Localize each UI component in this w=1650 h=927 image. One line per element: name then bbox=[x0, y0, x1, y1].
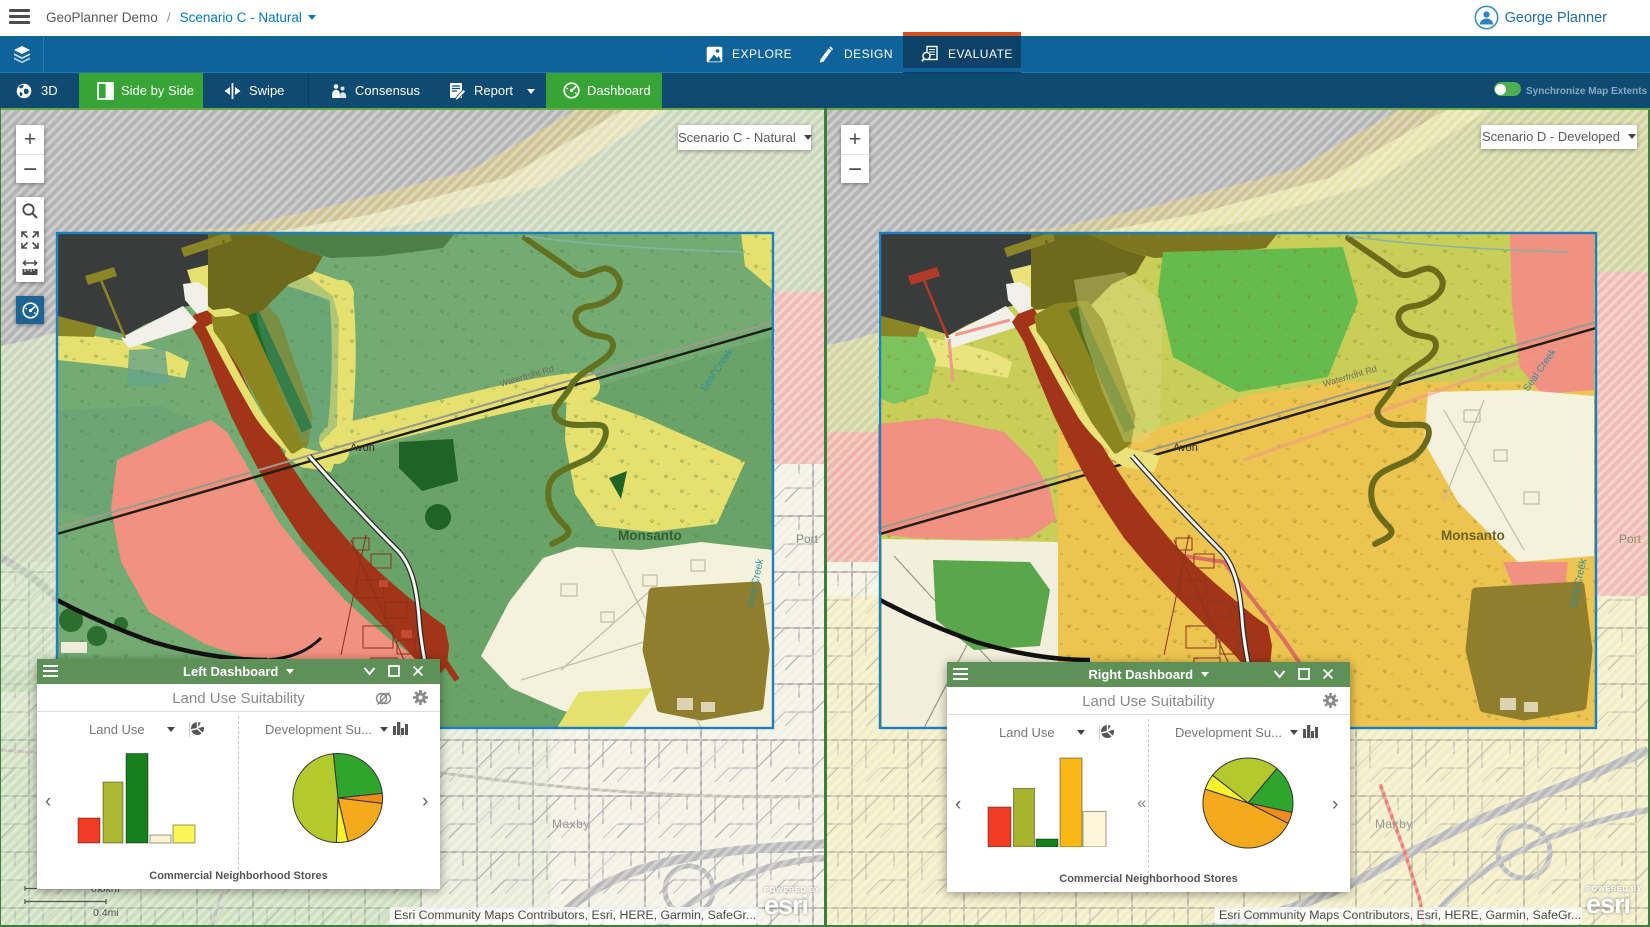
svg-text:Avon: Avon bbox=[350, 442, 375, 454]
svg-text:Monsanto: Monsanto bbox=[618, 528, 682, 543]
svg-text:0.4mi: 0.4mi bbox=[93, 907, 119, 919]
svg-text:Maxby: Maxby bbox=[1375, 817, 1413, 831]
svg-text:Monsanto: Monsanto bbox=[1441, 528, 1505, 543]
svg-text:Port: Port bbox=[796, 532, 819, 546]
svg-text:Maxby: Maxby bbox=[552, 817, 590, 831]
svg-text:Port: Port bbox=[1619, 532, 1642, 546]
svg-text:Avon: Avon bbox=[1173, 442, 1198, 454]
